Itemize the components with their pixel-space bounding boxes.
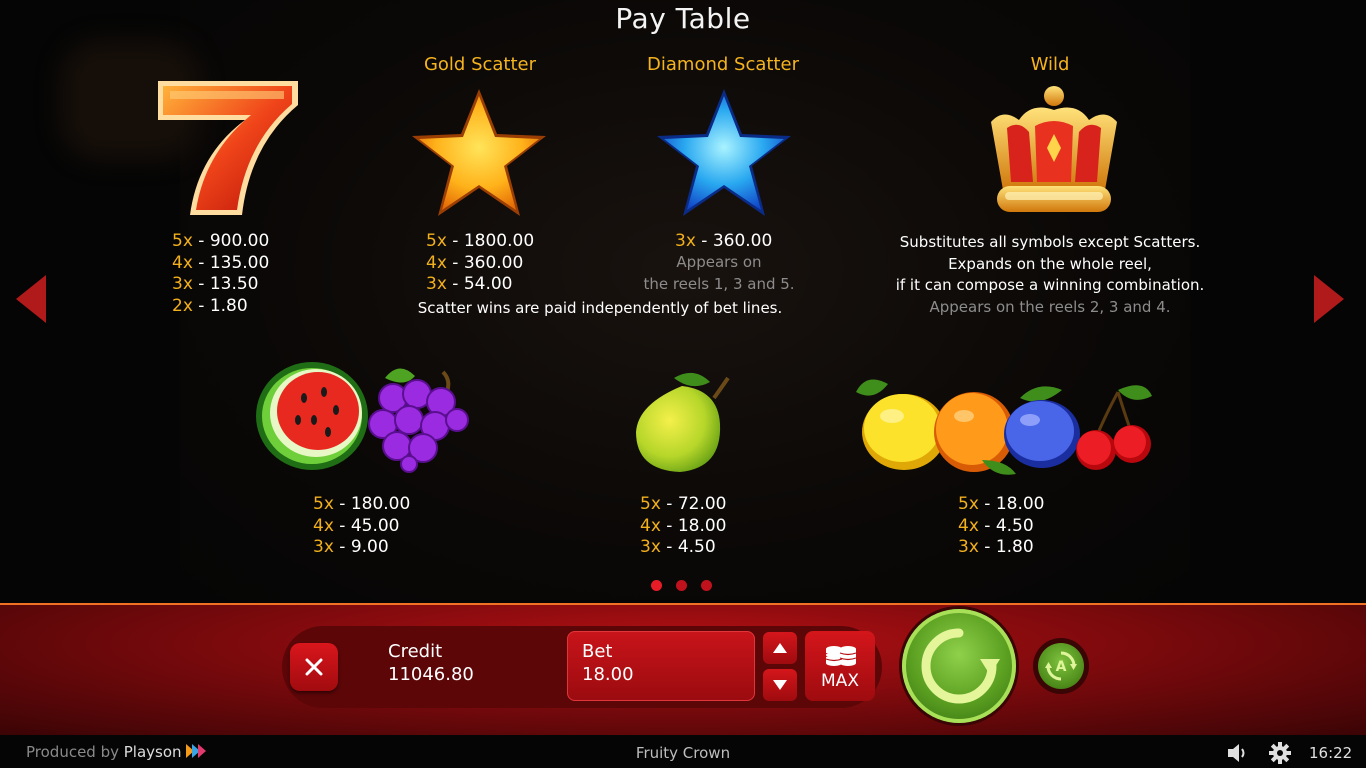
diamond-scatter-note: Appears on the reels 1, 3 and 5. [643, 253, 795, 293]
gold-scatter-paytable: 5x - 1800.00 4x - 360.00 3x - 54.00 [426, 231, 534, 296]
bet-decrease-button[interactable] [763, 669, 797, 701]
page-title: Pay Table [615, 2, 751, 35]
svg-text:A: A [1056, 659, 1067, 675]
wild-title: Wild [1030, 54, 1070, 75]
pay-row: 3x - 360.00 [675, 231, 773, 251]
coins-icon [825, 646, 857, 666]
pay-row: 4x - 18.00 [640, 515, 727, 536]
crown-icon [991, 86, 1117, 212]
pear-icon [636, 372, 730, 472]
settings-button[interactable] [1267, 740, 1293, 766]
gold-scatter-title: Gold Scatter [423, 54, 537, 75]
pay-row: 2x - 1.80 [172, 295, 248, 316]
cherries-icon [1076, 385, 1152, 470]
sound-button[interactable] [1225, 740, 1251, 766]
pay-row: 4x - 360.00 [426, 252, 524, 273]
pay-row: 4x - 135.00 [172, 252, 270, 273]
credit-display: Credit 11046.80 [388, 640, 474, 686]
seven-paytable: 5x - 900.00 4x - 135.00 3x - 13.50 2x - … [172, 231, 269, 317]
bet-display: Bet 18.00 [567, 631, 755, 701]
arrow-down-icon [773, 680, 787, 690]
credit-value: 11046.80 [388, 664, 474, 685]
page-dot[interactable] [651, 580, 662, 591]
pay-row: 4x - 4.50 [958, 515, 1034, 536]
page-indicator [651, 580, 712, 591]
credit-label: Credit [388, 641, 443, 662]
clock: 16:22 [1309, 744, 1353, 762]
speaker-icon [1228, 744, 1245, 762]
pay-row: 5x - 180.00 [313, 494, 411, 514]
diamond-scatter-title: Diamond Scatter [647, 54, 799, 75]
melon-grapes-paytable: 5x - 180.00 4x - 45.00 3x - 9.00 [313, 494, 410, 559]
pay-row: 3x - 54.00 [426, 274, 513, 294]
pay-row: 3x - 9.00 [313, 537, 389, 557]
pay-row: 5x - 1800.00 [426, 231, 535, 251]
autoplay-icon: A [1045, 651, 1077, 681]
spin-button[interactable] [899, 606, 1019, 726]
autoplay-button[interactable]: A [1033, 638, 1089, 694]
autoplay-button-face[interactable]: A [1038, 643, 1084, 689]
small-fruits-paytable: 5x - 18.00 4x - 4.50 3x - 1.80 [958, 494, 1045, 559]
pay-row: 4x - 45.00 [313, 515, 400, 536]
gold-star-icon [412, 89, 546, 216]
close-icon [305, 658, 323, 676]
game-name: Fruity Crown [635, 744, 731, 762]
bet-increase-button[interactable] [763, 632, 797, 664]
pay-row: 3x - 4.50 [640, 537, 716, 557]
spin-icon [921, 628, 1000, 704]
pay-row: 5x - 18.00 [958, 494, 1045, 514]
next-page-arrow[interactable] [1314, 275, 1344, 323]
wild-description: Substitutes all symbols except Scatters.… [895, 233, 1205, 316]
diamond-scatter-paytable: 3x - 360.00 [675, 231, 772, 253]
close-paytable-button[interactable] [290, 643, 338, 691]
bet-label: Bet [582, 641, 613, 662]
prev-page-arrow[interactable] [16, 275, 46, 323]
max-bet-button[interactable]: MAX [805, 631, 875, 701]
pay-row: 3x - 1.80 [958, 537, 1034, 557]
pay-row: 5x - 900.00 [172, 231, 270, 251]
scatter-wins-note: Scatter wins are paid independently of b… [417, 299, 783, 317]
max-bet-label: MAX [821, 671, 859, 691]
gear-icon [1269, 742, 1291, 764]
arrow-up-icon [773, 643, 787, 653]
pay-row: 3x - 13.50 [172, 274, 259, 294]
grapes-icon [368, 368, 469, 473]
seven-icon [158, 81, 298, 215]
blue-star-icon [657, 89, 791, 216]
page-dot[interactable] [676, 580, 687, 591]
bet-value: 18.00 [582, 664, 634, 685]
pay-row: 5x - 72.00 [640, 494, 727, 514]
pear-paytable: 5x - 72.00 4x - 18.00 3x - 4.50 [640, 494, 727, 559]
page-dot[interactable] [701, 580, 712, 591]
spin-button-face[interactable] [902, 609, 1016, 723]
